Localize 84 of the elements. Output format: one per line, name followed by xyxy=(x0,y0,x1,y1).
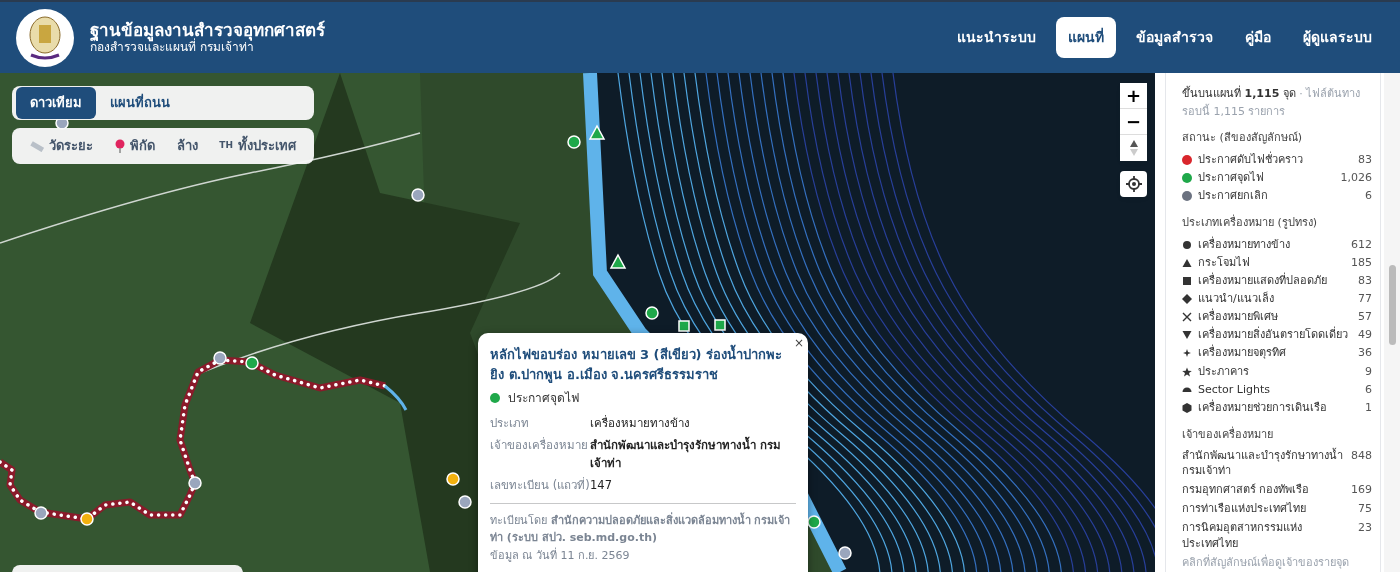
zoom-in-button[interactable]: + xyxy=(1120,83,1147,109)
legend-count: 6 xyxy=(1365,187,1372,204)
legend-count: 57 xyxy=(1358,309,1372,326)
legend-count: 9 xyxy=(1365,363,1372,380)
scrollbar-thumb[interactable] xyxy=(1389,265,1396,345)
owner-label: การท่าเรือแห่งประเทศไทย xyxy=(1182,501,1307,518)
cross-icon xyxy=(1182,312,1192,323)
legend-label: เครื่องหมายสิ่งอันตรายโดดเดี่ยว xyxy=(1198,326,1349,344)
field-value: เครื่องหมายทางข้าง xyxy=(590,415,690,433)
legend-label: ประภาคาร xyxy=(1198,363,1250,380)
locate-icon xyxy=(1125,176,1142,192)
data-date: ข้อมูล ณ วันที่ 11 ก.ย. 2569 xyxy=(490,546,631,564)
legend-count: 6 xyxy=(1365,381,1372,398)
legend-label: เครื่องหมายจตุรทิศ xyxy=(1198,344,1287,362)
field-value: สำนักพัฒนาและบำรุงรักษาทางน้ำ กรมเจ้าท่า xyxy=(590,437,782,472)
status-label: ประกาศจุดไฟ xyxy=(508,390,579,408)
legend-count: 612 xyxy=(1351,236,1372,253)
legend-label: เครื่องหมายทางข้าง xyxy=(1198,235,1291,253)
legend-label: กระโจมไฟ xyxy=(1198,254,1251,271)
summary-text: ขึ้นบนแผนที่ 1,115 จุด · ไฟล์ต้นทางรอบนี้ 1,115 รายการ xyxy=(1182,85,1362,120)
field-label: เลขทะเบียน (แถวที่) xyxy=(490,476,590,494)
legend-label: ประกาศยกเลิก xyxy=(1198,187,1269,204)
nav-link[interactable]: แนะนำระบบ xyxy=(945,17,1048,58)
square-icon xyxy=(1182,275,1192,286)
tool-button[interactable]: TH ทั้งประเทศ xyxy=(209,130,306,162)
zoom-out-button[interactable]: − xyxy=(1120,109,1147,135)
compass-button[interactable] xyxy=(1120,135,1147,161)
source-note: ทะเบียนโดย สำนักความปลอดภัยและสิ่งแวดล้อมทางน้ำ กรมเจ้าท่า (ระบบ สปว. seb.md.go.th) xyxy=(490,511,792,547)
legend-label: ประกาศจุดไฟ xyxy=(1198,169,1265,186)
hint-text: คลิกที่สัญลักษณ์เพื่อดูเจ้าของรายจุด xyxy=(1182,555,1350,572)
map-pin-icon xyxy=(114,139,125,153)
legend-count: 36 xyxy=(1358,345,1372,362)
legend-heading: สถานะ (สีของสัญลักษณ์) xyxy=(1182,130,1304,147)
owner-label: การนิคมอุตสาหกรรมแห่งประเทศไทย xyxy=(1182,520,1303,553)
owner-count: 848 xyxy=(1351,447,1372,464)
owner-count: 75 xyxy=(1358,501,1372,518)
legend-count: 1,026 xyxy=(1340,169,1372,186)
tool-button[interactable]: พิกัด xyxy=(104,130,165,162)
star-icon xyxy=(1182,366,1192,377)
owner-count: 169 xyxy=(1351,482,1372,499)
owner-count: 23 xyxy=(1358,520,1372,537)
legend-label: ประกาศดับไฟชั่วคราว xyxy=(1198,150,1304,168)
legend-heading: เจ้าของเครื่องหมาย xyxy=(1182,427,1274,443)
nav-link[interactable]: ผู้ดูแลระบบ xyxy=(1291,17,1384,58)
legend-count: 83 xyxy=(1358,272,1372,289)
down-triangle-icon xyxy=(1182,330,1192,341)
field-label: เจ้าของเครื่องหมาย xyxy=(490,437,589,455)
circle-icon xyxy=(1182,239,1192,250)
compass-icon xyxy=(1129,140,1138,156)
diamond-icon xyxy=(1182,294,1192,305)
owner-label: สำนักพัฒนาและบำรุงรักษาทางน้ำ กรมเจ้าท่า xyxy=(1182,447,1344,480)
legend-label: แนวนำ/แนวเล็ง xyxy=(1198,290,1275,308)
legend-label: เครื่องหมายช่วยการเดินเรือ xyxy=(1198,398,1328,416)
legend-label: เครื่องหมายแสดงที่ปลอดภัย xyxy=(1198,271,1328,289)
locate-button[interactable] xyxy=(1120,171,1147,197)
ruler-icon xyxy=(30,140,44,152)
country-code: TH xyxy=(219,139,233,153)
legend-label: เครื่องหมายพิเศษ xyxy=(1198,308,1279,326)
tool-label: ทั้งประเทศ xyxy=(237,136,296,156)
logo-icon xyxy=(16,8,74,67)
site-title: ฐานข้อมูลงานสำรวจอุทกศาสตร์ xyxy=(90,19,325,40)
legend-count: 77 xyxy=(1358,291,1372,308)
legend-label: Sector Lights xyxy=(1198,381,1272,398)
sparkle-icon xyxy=(1182,348,1192,359)
field-label: ประเภท xyxy=(490,415,530,433)
tool-button[interactable]: วัดระยะ xyxy=(20,130,103,162)
legend-count: 83 xyxy=(1358,151,1372,168)
tool-button[interactable]: ล้าง xyxy=(166,130,208,162)
legend-count: 49 xyxy=(1358,327,1372,344)
layer-tab[interactable]: แผนที่ถนน xyxy=(96,87,184,119)
field-value: 147 xyxy=(590,476,612,494)
nav-link[interactable]: ข้อมูลสำรวจ xyxy=(1124,17,1225,58)
nav-link[interactable]: แผนที่ xyxy=(1056,17,1116,58)
legend-count: 1 xyxy=(1365,399,1372,416)
tool-label: วัดระยะ xyxy=(49,137,93,156)
layer-tab[interactable]: ดาวเทียม xyxy=(16,87,96,119)
triangle-icon xyxy=(1182,257,1192,268)
legend-heading: ประเภทเครื่องหมาย (รูปทรง) xyxy=(1182,215,1319,232)
hexagon-icon xyxy=(1182,402,1192,413)
tool-label: พิกัด xyxy=(129,137,155,156)
scrollbar[interactable] xyxy=(1384,73,1400,572)
legend-count: 185 xyxy=(1351,254,1372,271)
owner-label: กรมอุทกศาสตร์ กองทัพเรือ xyxy=(1182,482,1311,499)
nav-link[interactable]: คู่มือ xyxy=(1233,17,1283,58)
